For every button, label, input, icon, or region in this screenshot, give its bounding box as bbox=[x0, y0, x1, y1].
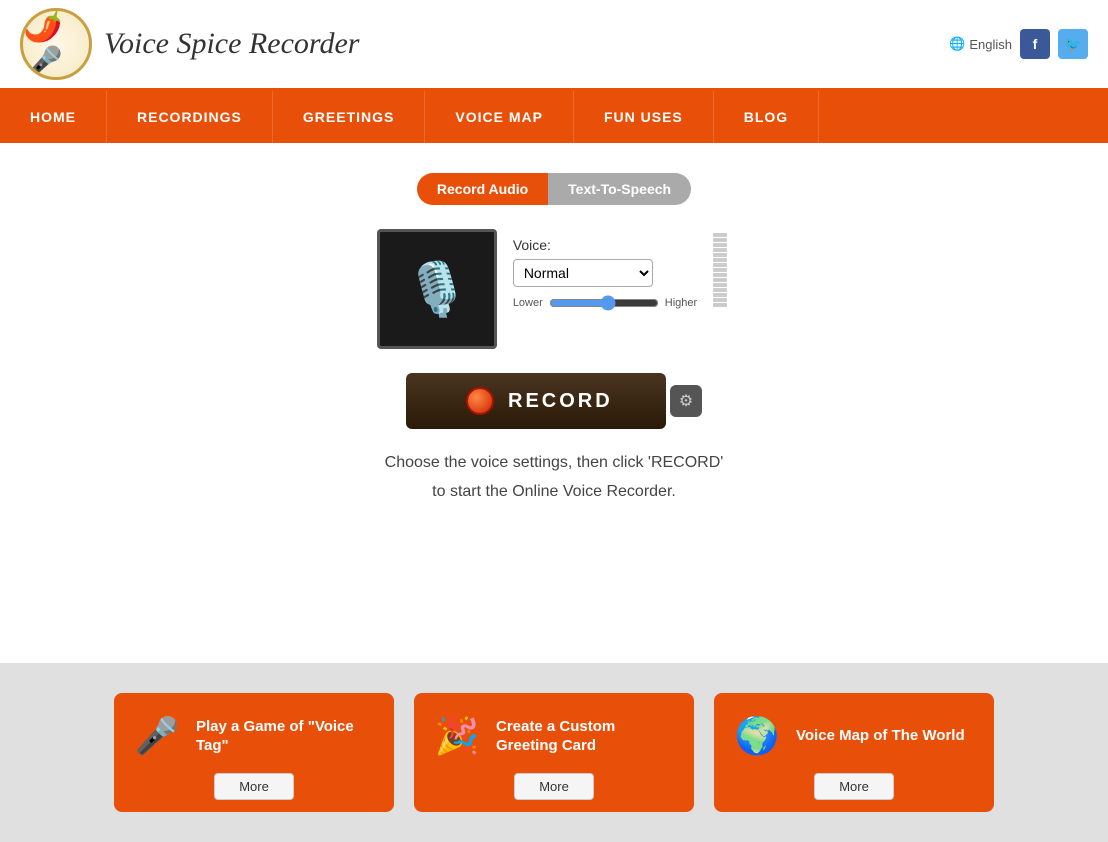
voice-tag-icon: 🎤 bbox=[130, 709, 184, 763]
nav-item-fun-uses[interactable]: FUN USES bbox=[574, 91, 714, 143]
tab-row: Record Audio Text-To-Speech bbox=[20, 173, 1088, 205]
lang-label: English bbox=[969, 37, 1012, 52]
recorder-area: 🎙️ Voice: Normal Deep High Robot Echo Lo… bbox=[20, 229, 1088, 349]
card-greeting-more[interactable]: More bbox=[514, 773, 594, 800]
card-voice-tag-title: Play a Game of "Voice Tag" bbox=[196, 717, 378, 756]
microphone-icon: 🎙️ bbox=[404, 259, 469, 320]
nav-item-home[interactable]: HOME bbox=[0, 91, 107, 143]
twitter-button[interactable]: 🐦 bbox=[1058, 29, 1088, 59]
globe-icon: 🌐 bbox=[949, 36, 965, 52]
card-voice-map-more[interactable]: More bbox=[814, 773, 894, 800]
level-bar-5 bbox=[713, 253, 727, 257]
facebook-icon: f bbox=[1033, 36, 1038, 52]
app-title: Voice Spice Recorder bbox=[104, 27, 359, 61]
record-label: RECORD bbox=[508, 390, 613, 413]
main-content: Record Audio Text-To-Speech 🎙️ Voice: No… bbox=[0, 143, 1108, 663]
level-bar-1 bbox=[713, 233, 727, 237]
card-greeting-title: Create a Custom Greeting Card bbox=[496, 717, 678, 756]
card-greeting-top: 🎉 Create a Custom Greeting Card bbox=[430, 709, 678, 763]
nav-bar: HOME RECORDINGS GREETINGS VOICE MAP FUN … bbox=[0, 91, 1108, 143]
logo-circle: 🌶️🎤 bbox=[20, 8, 92, 80]
card-voice-map-title: Voice Map of The World bbox=[796, 726, 965, 746]
greeting-icon: 🎉 bbox=[430, 709, 484, 763]
top-bar: 🌶️🎤 Voice Spice Recorder 🌐 English f 🐦 bbox=[0, 0, 1108, 91]
level-bar-12 bbox=[713, 288, 727, 292]
card-voice-map: 🌍 Voice Map of The World More bbox=[714, 693, 994, 812]
voice-select[interactable]: Normal Deep High Robot Echo bbox=[513, 259, 653, 287]
nav-item-recordings[interactable]: RECORDINGS bbox=[107, 91, 273, 143]
card-voice-map-top: 🌍 Voice Map of The World bbox=[730, 709, 978, 763]
card-voice-tag-more[interactable]: More bbox=[214, 773, 294, 800]
voice-controls: Voice: Normal Deep High Robot Echo Lower… bbox=[497, 229, 713, 319]
nav-item-greetings[interactable]: GREETINGS bbox=[273, 91, 425, 143]
nav-item-voice-map[interactable]: VOICE MAP bbox=[425, 91, 574, 143]
level-bar-14 bbox=[713, 298, 727, 302]
pitch-lower-label: Lower bbox=[513, 297, 543, 309]
card-voice-tag-top: 🎤 Play a Game of "Voice Tag" bbox=[130, 709, 378, 763]
logo-area: 🌶️🎤 Voice Spice Recorder bbox=[20, 8, 359, 80]
instructions: Choose the voice settings, then click 'R… bbox=[20, 449, 1088, 507]
card-voice-tag: 🎤 Play a Game of "Voice Tag" More bbox=[114, 693, 394, 812]
level-bar-11 bbox=[713, 283, 727, 287]
level-bar-6 bbox=[713, 258, 727, 262]
level-bar-4 bbox=[713, 248, 727, 252]
mic-box: 🎙️ bbox=[377, 229, 497, 349]
level-bar-2 bbox=[713, 238, 727, 242]
level-bar-7 bbox=[713, 263, 727, 267]
gear-icon: ⚙ bbox=[679, 391, 693, 411]
footer-cards: 🎤 Play a Game of "Voice Tag" More 🎉 Crea… bbox=[0, 663, 1108, 842]
level-bar-3 bbox=[713, 243, 727, 247]
tab-record-audio[interactable]: Record Audio bbox=[417, 173, 548, 205]
record-dot-icon bbox=[466, 387, 494, 415]
level-bar-10 bbox=[713, 278, 727, 282]
twitter-icon: 🐦 bbox=[1064, 36, 1081, 53]
instruction-line2: to start the Online Voice Recorder. bbox=[20, 478, 1088, 507]
instruction-line1: Choose the voice settings, then click 'R… bbox=[20, 449, 1088, 478]
pitch-slider[interactable] bbox=[549, 295, 659, 311]
level-bar-13 bbox=[713, 293, 727, 297]
pitch-higher-label: Higher bbox=[665, 297, 697, 309]
voice-label: Voice: bbox=[513, 237, 697, 253]
top-right: 🌐 English f 🐦 bbox=[949, 29, 1088, 59]
facebook-button[interactable]: f bbox=[1020, 29, 1050, 59]
level-bar-15 bbox=[713, 303, 727, 307]
pitch-row: Lower Higher bbox=[513, 295, 697, 311]
record-btn-row: RECORD ⚙ bbox=[20, 373, 1088, 429]
language-button[interactable]: 🌐 English bbox=[949, 36, 1012, 52]
card-greeting: 🎉 Create a Custom Greeting Card More bbox=[414, 693, 694, 812]
tab-text-to-speech[interactable]: Text-To-Speech bbox=[548, 173, 691, 205]
record-button[interactable]: RECORD bbox=[406, 373, 666, 429]
logo-icon: 🌶️🎤 bbox=[23, 8, 89, 80]
voice-map-icon: 🌍 bbox=[730, 709, 784, 763]
level-bar-8 bbox=[713, 268, 727, 272]
settings-button[interactable]: ⚙ bbox=[670, 385, 702, 417]
nav-item-blog[interactable]: BLOG bbox=[714, 91, 819, 143]
level-bar-9 bbox=[713, 273, 727, 277]
level-meter bbox=[713, 229, 731, 307]
